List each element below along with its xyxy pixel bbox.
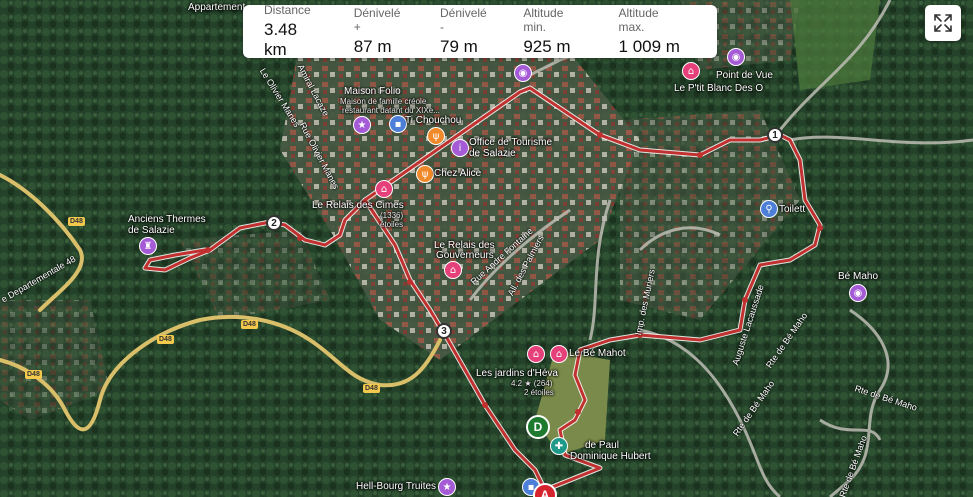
restaurant-icon: ψ — [416, 165, 434, 183]
poi-anciens-thermes-pin[interactable]: ♜ — [139, 237, 157, 255]
poi-eglise-pin[interactable]: ✚ — [550, 437, 568, 455]
waypoint-3[interactable]: 3 — [436, 323, 452, 339]
poi-relais-gouverneurs-pin[interactable]: ⌂ — [444, 261, 462, 279]
poi-jardins-heva-pin[interactable]: ⌂ — [527, 345, 545, 363]
place-maison-folio-sub1: Maison de famille créole — [340, 97, 427, 106]
stat-value: 3.48 km — [264, 20, 298, 59]
place-jardins-rating: 4.2 ★ (264) — [511, 379, 553, 388]
place-maison-folio-sub2: restaurant datant du XIXe... — [342, 106, 440, 115]
place-le-be-mahot[interactable]: Le Bé Mahot — [569, 348, 626, 359]
poi-ptit-blanc-pin[interactable]: ⌂ — [682, 62, 700, 80]
poi-be-mahot-pin[interactable]: ⌂ — [550, 345, 568, 363]
hotel-icon: ⌂ — [550, 345, 568, 363]
poi-chez-alice-pin[interactable]: ψ — [416, 165, 434, 183]
poi-camera-pin[interactable]: ◉ — [514, 64, 532, 82]
stat-label: Distance — [264, 3, 311, 17]
hotel-icon: ⌂ — [682, 62, 700, 80]
place-jardins-heva[interactable]: Les jardins d'Héva — [476, 368, 558, 379]
camera-icon: ◉ — [514, 64, 532, 82]
place-ti-chouchou[interactable]: Ti Chouchou — [405, 115, 461, 126]
poi-be-maho-pin[interactable]: ◉ — [849, 284, 867, 302]
viewpoint-icon: ◉ — [727, 48, 745, 66]
place-jardins-stars: 2 étoiles — [524, 388, 554, 397]
place-anciens-thermes-2: de Salazie — [128, 225, 175, 236]
attraction-icon: ★ — [438, 478, 456, 496]
church-icon: ✚ — [550, 437, 568, 455]
waypoint-2[interactable]: 2 — [266, 215, 282, 231]
place-toilettes[interactable]: Toilett — [779, 204, 805, 215]
place-chez-alice[interactable]: Chez Alice — [434, 168, 481, 179]
expand-icon — [934, 14, 952, 32]
stat-value: 79 m — [440, 37, 478, 56]
place-maison-folio[interactable]: Maison Folio — [344, 86, 401, 97]
stat-distance: Distance 3.48 km — [264, 3, 324, 59]
hotel-icon: ⌂ — [444, 261, 462, 279]
place-eglise-1: de Paul — [585, 440, 619, 451]
stat-value: 925 m — [523, 37, 571, 56]
road-shield-d48: D48 — [241, 320, 258, 329]
poi-toilettes-pin[interactable]: ⚲ — [760, 200, 778, 218]
stat-label: Dénivelé - — [440, 6, 487, 34]
info-icon: i — [451, 139, 469, 157]
fullscreen-button[interactable] — [925, 5, 961, 41]
monument-icon: ♜ — [139, 237, 157, 255]
place-relais-cimes-rating: (1336) — [380, 211, 404, 220]
attraction-icon: ★ — [353, 116, 371, 134]
hotel-icon: ⌂ — [527, 345, 545, 363]
place-be-maho[interactable]: Bé Maho — [838, 271, 878, 282]
place-hell-bourg-truites[interactable]: Hell-Bourg Truites — [356, 481, 436, 492]
road-shield-d48: D48 — [25, 370, 42, 379]
poi-point-de-vue-pin[interactable]: ◉ — [727, 48, 745, 66]
place-relais-cimes-stars: étoiles — [380, 220, 404, 229]
route-stats-panel: Distance 3.48 km Dénivelé + 87 m Dénivel… — [243, 3, 717, 59]
place-ptit-blanc[interactable]: Le P'tit Blanc Des O — [674, 83, 763, 94]
map-view[interactable]: Appartement ★ Maison Folio Maison de fam… — [0, 0, 973, 497]
stat-altitude-min: Altitude min. 925 m — [523, 5, 588, 58]
place-eglise-2[interactable]: Dominique Hubert — [570, 451, 651, 462]
stat-label: Dénivelé + — [353, 6, 401, 34]
poi-maison-folio-pin[interactable]: ★ — [353, 116, 371, 134]
poi-restaurant-pin[interactable]: ψ — [427, 127, 445, 145]
place-appartement: Appartement — [188, 2, 246, 13]
stat-altitude-max: Altitude max. 1 009 m — [619, 5, 687, 58]
poi-relais-cimes-pin[interactable]: ⌂ — [375, 180, 393, 198]
end-marker[interactable]: D — [526, 415, 550, 439]
stat-elevation-loss: Dénivelé - 79 m — [440, 5, 493, 58]
waypoint-1[interactable]: 1 — [767, 127, 783, 143]
place-relais-cimes[interactable]: Le Relais des Cimes — [312, 200, 404, 211]
place-office-tourisme-1[interactable]: Office de Tourisme — [469, 137, 552, 148]
stat-value: 1 009 m — [618, 37, 680, 56]
stat-label: Altitude max. — [618, 6, 659, 34]
place-office-tourisme-2: de Salazie — [469, 148, 516, 159]
road-shield-d48: D48 — [68, 217, 85, 226]
camera-icon: ◉ — [849, 284, 867, 302]
poi-office-tourisme-pin[interactable]: i — [451, 139, 469, 157]
hotel-icon: ⌂ — [375, 180, 393, 198]
toilets-icon: ⚲ — [760, 200, 778, 218]
place-point-de-vue[interactable]: Point de Vue — [716, 70, 773, 81]
place-relais-gouverneurs-2: Gouverneurs — [436, 250, 494, 261]
road-shield-d48: D48 — [363, 384, 380, 393]
stat-elevation-gain: Dénivelé + 87 m — [354, 5, 410, 58]
road-shield-d48: D48 — [157, 335, 174, 344]
stat-value: 87 m — [353, 37, 392, 56]
stat-label: Altitude min. — [523, 6, 564, 34]
place-anciens-thermes-1[interactable]: Anciens Thermes — [128, 214, 206, 225]
poi-hell-bourg-pin[interactable]: ★ — [438, 478, 456, 496]
restaurant-icon: ψ — [427, 127, 445, 145]
